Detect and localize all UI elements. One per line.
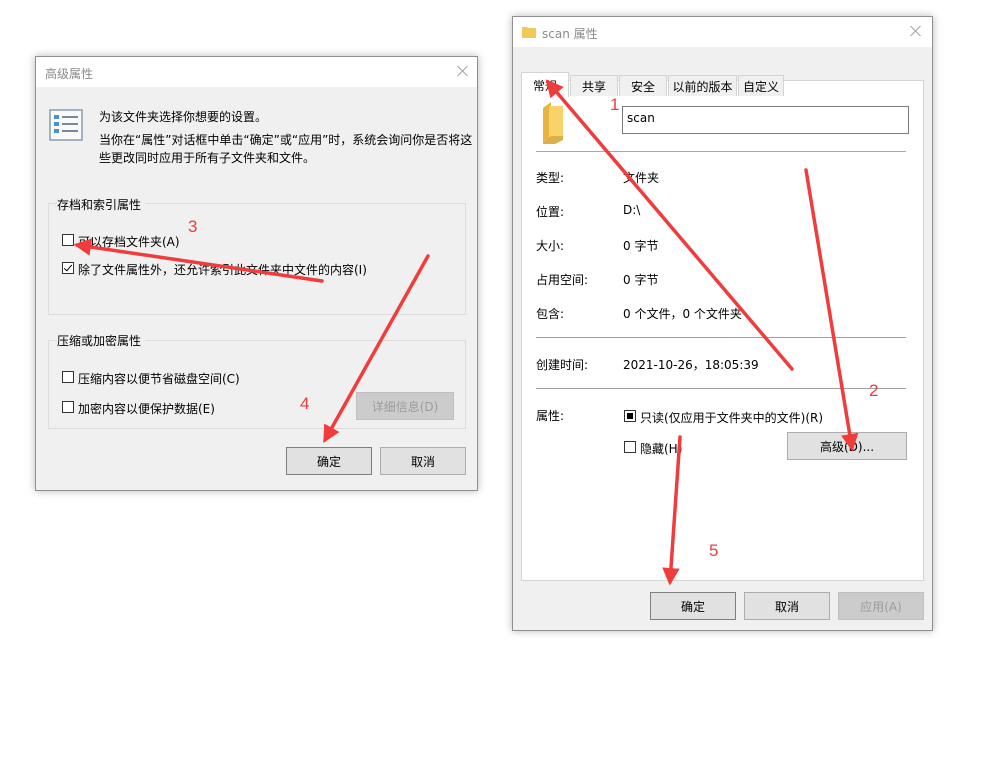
intro-line-2: 当你在“属性”对话框中单击“确定”或“应用”时，系统会询问你是否将这 <box>99 133 473 147</box>
size-value: 0 字节 <box>623 239 659 253</box>
size-label: 大小: <box>536 239 565 253</box>
readonly-checkbox[interactable] <box>624 410 636 422</box>
archive-checkbox[interactable] <box>62 234 74 246</box>
intro-line-3: 些更改同时应用于所有子文件夹和文件。 <box>99 151 316 165</box>
type-label: 类型: <box>536 171 565 185</box>
archive-group-title: 存档和索引属性 <box>57 196 146 213</box>
apply-button[interactable]: 应用(A) <box>838 592 924 620</box>
encrypt-checkbox-label[interactable]: 加密内容以便保护数据(E) <box>78 400 215 417</box>
size-on-disk-label: 占用空间: <box>536 273 589 287</box>
contains-label: 包含: <box>536 307 565 321</box>
close-icon[interactable] <box>455 63 471 79</box>
separator <box>536 388 906 389</box>
location-value: D:\ <box>623 203 641 217</box>
tab-security[interactable]: 安全 <box>619 75 667 96</box>
attributes-label: 属性: <box>536 409 565 423</box>
annotation-number-2: 2 <box>869 381 879 400</box>
folder-name-value: scan <box>627 111 655 125</box>
advanced-attributes-dialog: 高级属性 为该文件夹选择你想要的设置。 当你在“属性”对话框中单击“确定”或“应… <box>35 56 478 491</box>
advanced-button[interactable]: 高级(D)... <box>787 432 907 460</box>
hidden-checkbox-label[interactable]: 隐藏(H) <box>640 440 682 457</box>
details-button[interactable]: 详细信息(D) <box>356 392 454 420</box>
properties-dialog-titlebar[interactable]: scan 属性 <box>513 17 932 47</box>
properties-ok-button[interactable]: 确定 <box>650 592 736 620</box>
tab-customize[interactable]: 自定义 <box>738 75 784 96</box>
intro-line-1: 为该文件夹选择你想要的设置。 <box>99 110 268 124</box>
tab-sharing[interactable]: 共享 <box>570 75 618 96</box>
advanced-dialog-title: 高级属性 <box>45 67 94 81</box>
compress-group-title: 压缩或加密属性 <box>57 332 146 349</box>
compress-checkbox[interactable] <box>62 371 74 383</box>
tab-general[interactable]: 常规 <box>521 72 569 97</box>
encrypt-checkbox[interactable] <box>62 401 74 413</box>
index-checkbox-label[interactable]: 除了文件属性外，还允许索引此文件夹中文件的内容(I) <box>78 261 367 278</box>
annotation-number-5: 5 <box>709 541 719 560</box>
compress-checkbox-label[interactable]: 压缩内容以便节省磁盘空间(C) <box>78 370 240 387</box>
advanced-cancel-button[interactable]: 取消 <box>380 447 466 475</box>
folder-icon <box>522 27 536 38</box>
contains-value: 0 个文件，0 个文件夹 <box>623 307 742 321</box>
readonly-checkbox-label[interactable]: 只读(仅应用于文件夹中的文件)(R) <box>640 409 823 426</box>
separator <box>536 337 906 338</box>
index-checkbox[interactable] <box>62 262 74 274</box>
folder-name-input[interactable]: scan <box>622 106 909 134</box>
location-label: 位置: <box>536 205 565 219</box>
properties-cancel-button[interactable]: 取消 <box>744 592 830 620</box>
annotation-number-4: 4 <box>300 394 310 413</box>
general-tab-panel <box>521 80 924 581</box>
advanced-ok-button[interactable]: 确定 <box>286 447 372 475</box>
close-icon[interactable] <box>908 23 924 39</box>
size-on-disk-value: 0 字节 <box>623 273 659 287</box>
properties-dialog-title: scan 属性 <box>542 27 598 41</box>
created-value: 2021-10-26，18:05:39 <box>623 358 759 372</box>
folder-icon <box>543 102 563 144</box>
annotation-number-1: 1 <box>610 95 620 114</box>
scan-properties-dialog: scan 属性 常规 共享 安全 以前的版本 自定义 scan 类型: 文件夹 … <box>512 16 933 631</box>
archive-index-group <box>48 203 466 315</box>
separator <box>536 151 906 152</box>
created-label: 创建时间: <box>536 358 589 372</box>
checklist-icon <box>49 109 83 141</box>
annotation-number-3: 3 <box>188 217 198 236</box>
archive-checkbox-label[interactable]: 可以存档文件夹(A) <box>78 233 180 250</box>
tab-previous-versions[interactable]: 以前的版本 <box>668 75 737 96</box>
type-value: 文件夹 <box>623 171 660 185</box>
advanced-dialog-titlebar[interactable]: 高级属性 <box>36 57 477 87</box>
hidden-checkbox[interactable] <box>624 441 636 453</box>
